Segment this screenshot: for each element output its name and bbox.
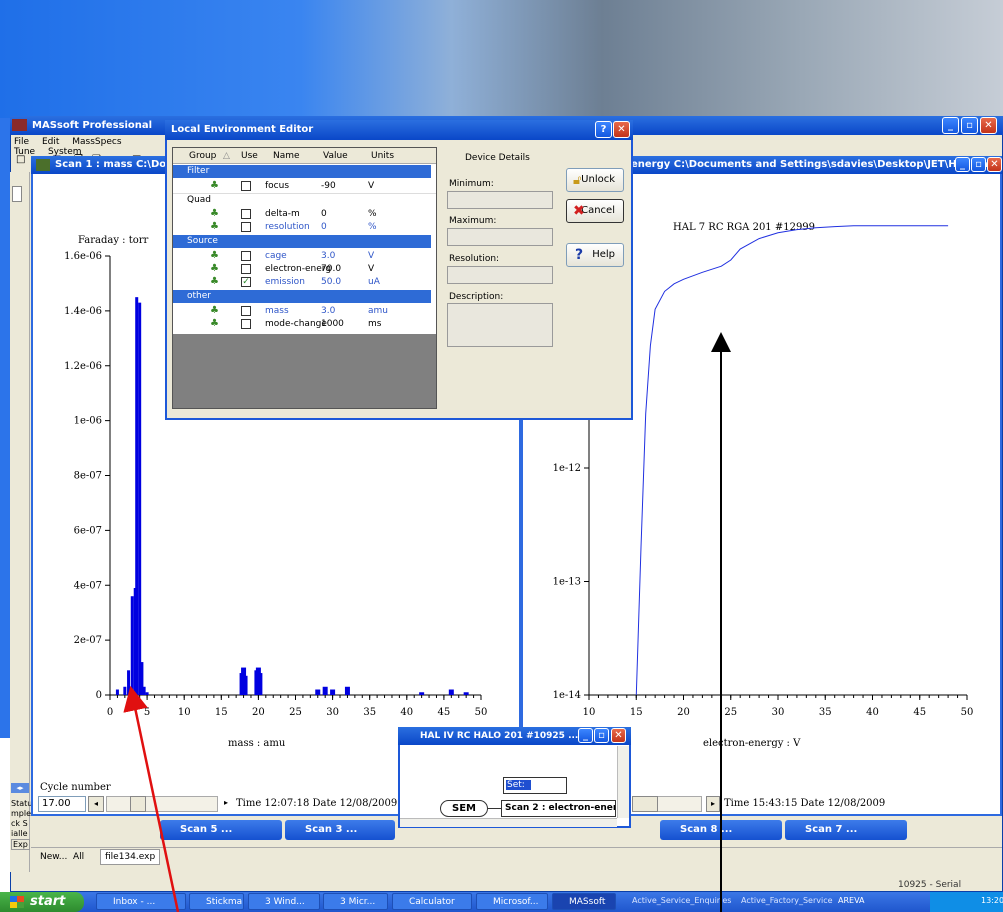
red-annotation-arrow (123, 685, 180, 912)
annotation-arrows (123, 332, 731, 912)
